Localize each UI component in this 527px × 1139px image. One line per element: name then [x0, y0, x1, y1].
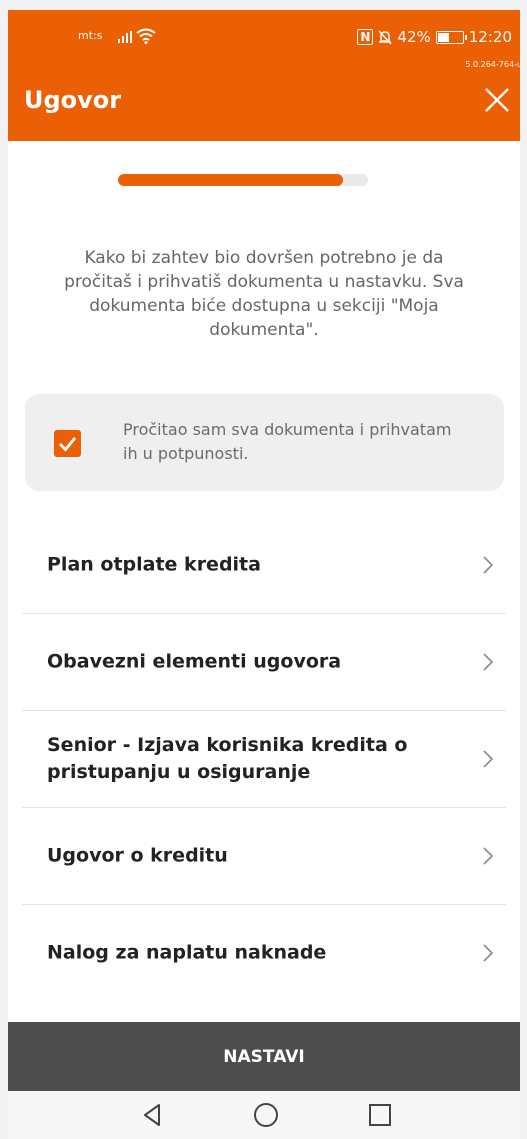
app-version: 5.0.264-764-u [465, 60, 520, 69]
list-item-plan-otplate[interactable]: Plan otplate kredita [22, 517, 506, 614]
intro-text: Kako bi zahtev bio dovršen potrebno je d… [64, 248, 464, 340]
document-label: Ugovor o kreditu [47, 844, 228, 867]
chevron-right-icon [483, 847, 494, 865]
list-item-senior-izjava[interactable]: Senior - Izjava korisnika kredita o pris… [22, 711, 506, 808]
document-label: Nalog za naplatu naknade [47, 941, 327, 964]
battery-percent: 42% [397, 28, 431, 46]
consent-label: Pročitao sam sva dokumenta i prihvatam i… [123, 420, 452, 463]
recents-square-icon[interactable] [364, 1099, 396, 1131]
chevron-right-icon [483, 944, 494, 962]
document-label: Obavezni elementi ugovora [47, 650, 342, 673]
app-screen: mt:s N 42% 12:20 5.0.264-764-u Ugovor Ka… [8, 10, 520, 1139]
bell-off-icon [378, 30, 392, 44]
list-item-ugovor-o-kreditu[interactable]: Ugovor o kreditu [22, 808, 506, 905]
document-label: Senior - Izjava korisnika kredita o pris… [47, 734, 408, 783]
signal-icon [118, 31, 132, 43]
chevron-right-icon [483, 750, 494, 768]
android-nav-bar [8, 1091, 520, 1139]
close-icon[interactable] [484, 87, 510, 113]
consent-checkbox[interactable] [54, 430, 81, 457]
page-title: Ugovor [24, 86, 122, 114]
battery-icon [435, 30, 467, 44]
list-item-nalog-za-naplatu[interactable]: Nalog za naplatu naknade [22, 905, 506, 1001]
wifi-icon [136, 28, 156, 44]
progress-bar [118, 174, 368, 186]
consent-card: Pročitao sam sva dokumenta i prihvatam i… [25, 394, 504, 491]
document-list: Plan otplate kredita Obavezni elementi u… [22, 517, 506, 1001]
nfc-icon: N [357, 29, 374, 45]
checkmark-icon [59, 437, 77, 452]
app-header: mt:s N 42% 12:20 5.0.264-764-u Ugovor [8, 10, 520, 141]
list-item-obavezni-elementi[interactable]: Obavezni elementi ugovora [22, 614, 506, 711]
document-label: Plan otplate kredita [47, 553, 261, 576]
home-circle-icon[interactable] [250, 1099, 282, 1131]
carrier-label: mt:s [78, 29, 103, 42]
continue-button[interactable]: NASTAVI [8, 1022, 520, 1091]
status-right: N 42% 12:20 [357, 28, 512, 46]
back-triangle-icon[interactable] [137, 1099, 169, 1131]
chevron-right-icon [483, 556, 494, 574]
chevron-right-icon [483, 653, 494, 671]
clock: 12:20 [468, 28, 512, 46]
progress-fill [118, 174, 343, 186]
